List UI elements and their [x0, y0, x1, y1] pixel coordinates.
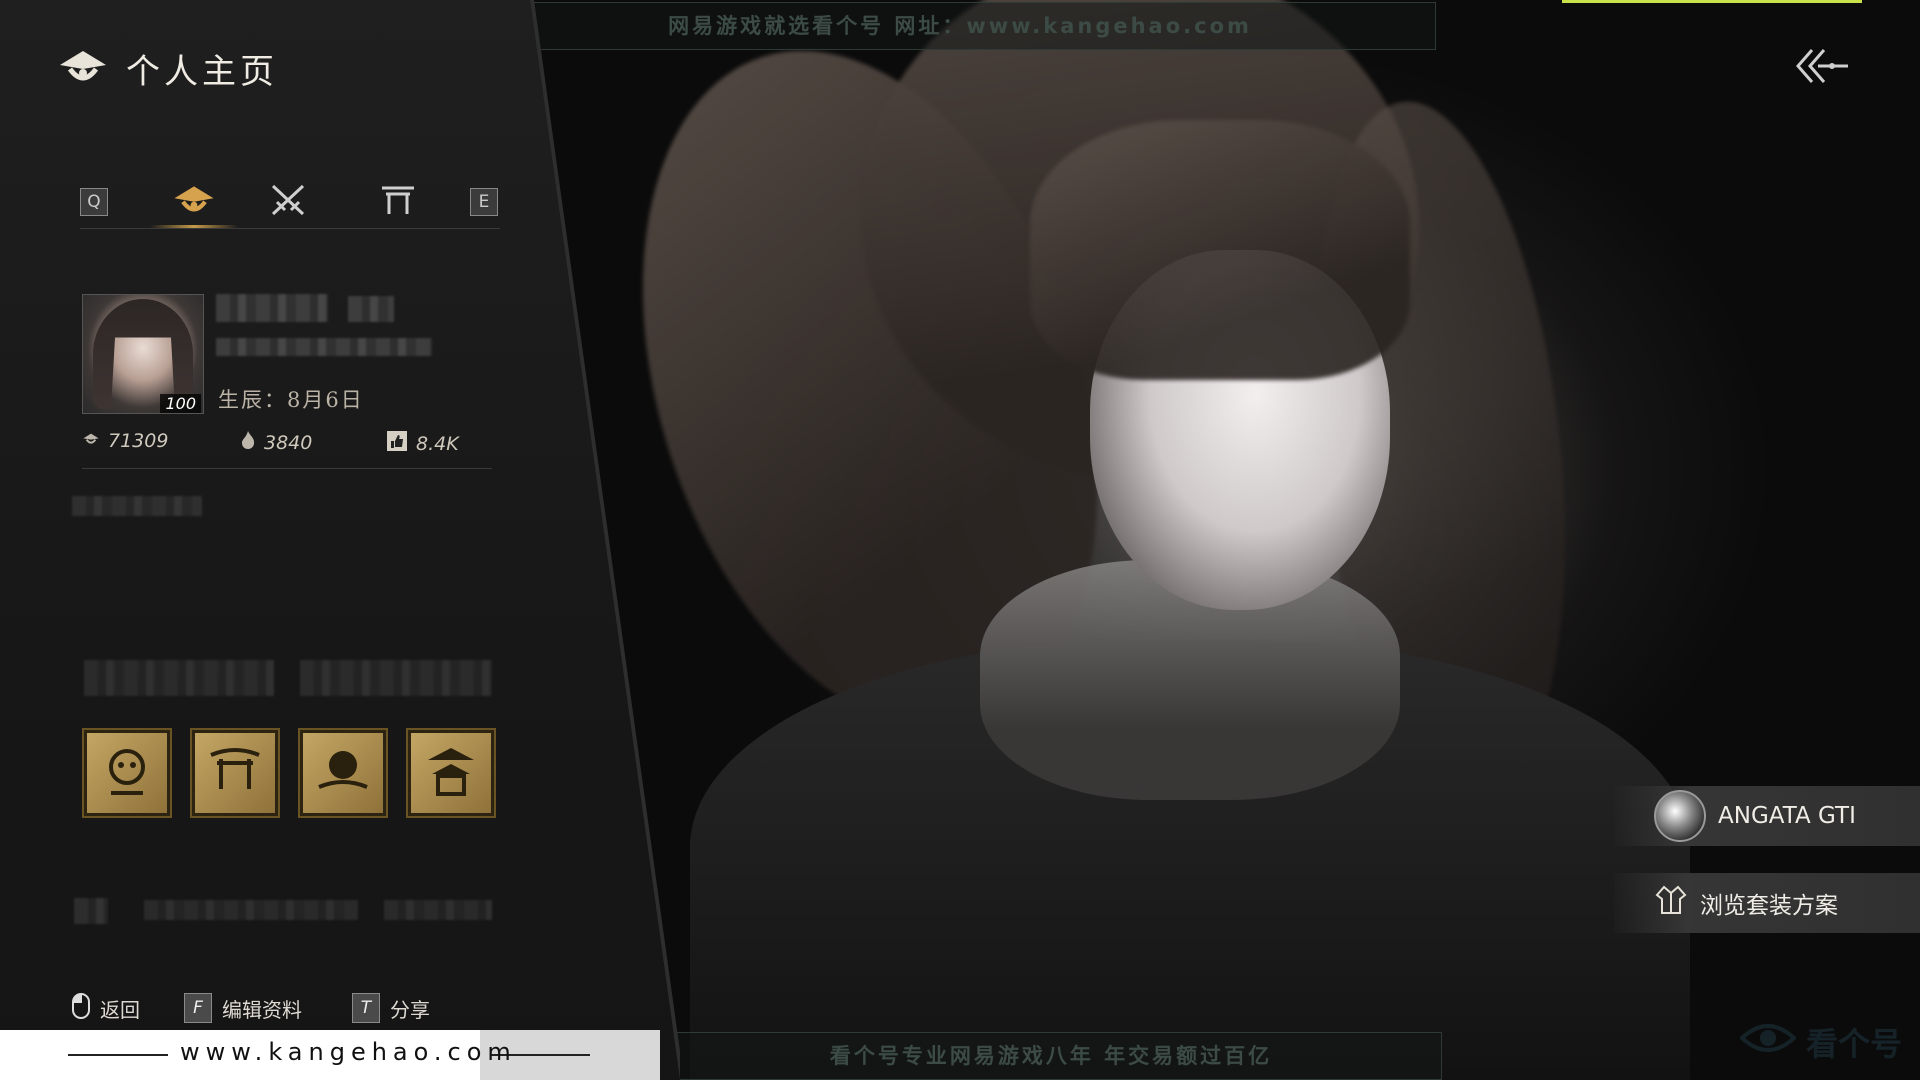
badge-gate[interactable]	[190, 728, 280, 818]
tabbar-divider	[80, 228, 500, 229]
page-title: 个人主页	[126, 52, 278, 92]
badge-pagoda[interactable]	[406, 728, 496, 818]
pixelated-text-short	[384, 900, 492, 920]
share-key: T	[352, 993, 380, 1023]
moon-badge-icon	[313, 741, 373, 805]
tab-combat[interactable]	[262, 182, 314, 222]
stat-likes: 8.4K	[386, 430, 459, 457]
browse-outfits-button[interactable]: 浏览套装方案	[1614, 873, 1920, 933]
hair-bangs	[1030, 120, 1410, 380]
avatar-hair	[93, 299, 193, 409]
watermark-line-left	[68, 1054, 168, 1056]
tab-guild[interactable]	[372, 182, 424, 222]
back-arrow-icon	[1792, 49, 1852, 92]
avatar[interactable]: 100	[82, 294, 204, 414]
flame-icon	[240, 430, 256, 455]
pixelated-name	[216, 294, 328, 322]
corner-logo-text: 看个号	[1806, 1025, 1903, 1063]
emblem-icon	[56, 47, 110, 91]
stats-divider	[82, 468, 492, 469]
profile-tabbar: Q E	[80, 178, 500, 230]
pixelated-text-long	[144, 900, 358, 920]
gate-icon	[380, 184, 416, 220]
browse-outfits-label: 浏览套装方案	[1700, 893, 1838, 919]
next-tab-key[interactable]: E	[470, 188, 498, 216]
emblem-small-icon	[82, 430, 100, 452]
watermark-url: www.kangehao.com	[180, 1038, 517, 1066]
emblem-icon	[170, 183, 218, 221]
pixelated-info-left	[84, 660, 274, 696]
pagoda-badge-icon	[420, 740, 482, 806]
watermark-top-banner: 网易游戏就选看个号 网址：www.kangehao.com	[484, 2, 1436, 50]
prev-tab-key[interactable]: Q	[80, 188, 108, 216]
hint-edit-label: 编辑资料	[222, 997, 302, 1022]
lion-badge-icon	[97, 741, 157, 805]
crossed-swords-icon	[269, 182, 307, 222]
stat-emblem: 71309	[82, 430, 168, 452]
hint-back[interactable]: 返回	[72, 993, 140, 1024]
badge-moon[interactable]	[298, 728, 388, 818]
stat-likes-value: 8.4K	[416, 432, 459, 455]
hint-share[interactable]: T 分享	[352, 993, 430, 1023]
stat-heat-value: 3840	[264, 431, 313, 454]
back-button[interactable]	[1792, 44, 1852, 88]
top-accent-bar	[1562, 0, 1862, 3]
pixelated-icon-small	[74, 898, 108, 924]
birthday-text: 生辰：8月6日	[218, 388, 364, 412]
pixelated-id	[216, 338, 432, 356]
gate-badge-icon	[205, 741, 265, 805]
pixelated-tag	[348, 296, 394, 322]
hint-share-label: 分享	[390, 997, 430, 1022]
outfit-owner-label: ANGATA GTI	[1718, 803, 1856, 829]
hint-back-label: 返回	[100, 998, 140, 1022]
tab-profile[interactable]	[168, 182, 220, 222]
mouse-icon	[72, 993, 90, 1024]
badge-lion[interactable]	[82, 728, 172, 818]
watermark-bottom-banner: 看个号专业网易游戏八年 年交易额过百亿	[660, 1032, 1442, 1080]
pixelated-info-right	[300, 660, 492, 696]
edit-key: F	[184, 993, 212, 1023]
page-header: 个人主页	[56, 44, 278, 93]
eye-logo-icon	[1739, 1018, 1797, 1066]
stats-row: 71309 3840 8.4K	[82, 430, 492, 460]
outfit-avatar	[1654, 790, 1706, 842]
watermark-bar: www.kangehao.com	[0, 1030, 660, 1080]
pixelated-signature	[72, 496, 202, 516]
stat-heat: 3840	[240, 430, 312, 455]
outfit-owner-button[interactable]: ANGATA GTI	[1614, 786, 1920, 846]
stat-emblem-value: 71309	[108, 430, 169, 452]
hint-edit[interactable]: F 编辑资料	[184, 993, 302, 1023]
corner-logo: 看个号	[1739, 1018, 1903, 1066]
outfit-icon	[1654, 883, 1688, 923]
thumbs-up-icon	[386, 430, 408, 457]
level-badge: 100	[160, 394, 201, 413]
